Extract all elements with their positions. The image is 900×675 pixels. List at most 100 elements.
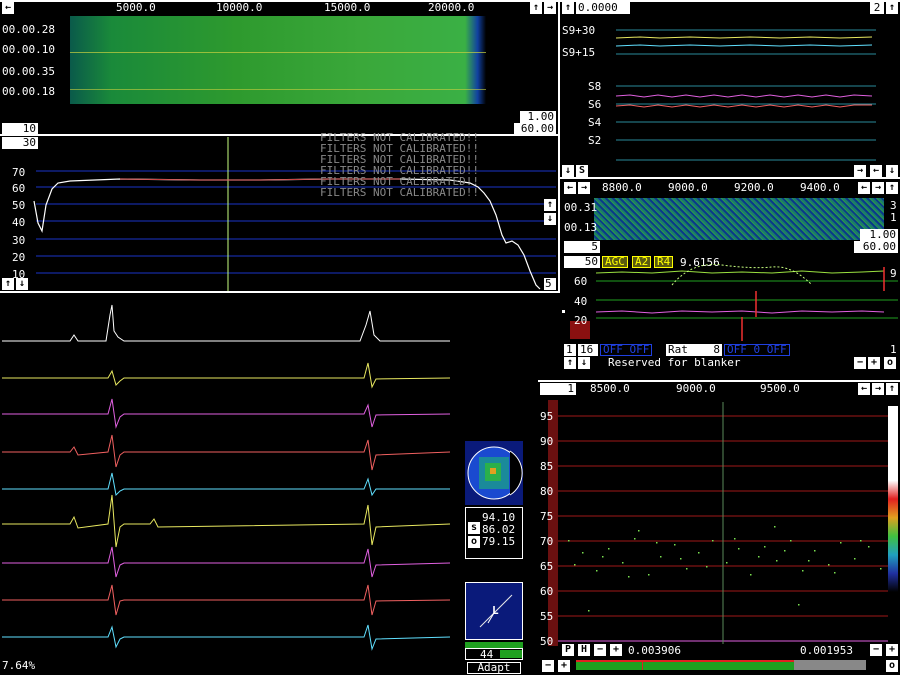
- y-tick: 70: [540, 535, 554, 548]
- meter-value: 44: [480, 648, 494, 661]
- meter-window: L 44 Adapt: [465, 582, 523, 674]
- arrow-right-icon[interactable]: →: [872, 182, 884, 194]
- arrow-down-icon[interactable]: ↓: [886, 165, 898, 177]
- pol-value: 94.10: [482, 511, 516, 524]
- pol-value: 79.15: [482, 535, 516, 548]
- arrow-down-icon[interactable]: ↓: [562, 165, 574, 177]
- time-label: 00.00.18: [2, 85, 55, 98]
- divider: [0, 291, 558, 293]
- time-label: 00.00.10: [2, 43, 55, 56]
- y-tick: 20: [574, 314, 588, 327]
- arrow-down-icon[interactable]: ↓: [544, 213, 556, 225]
- y-tick: 80: [540, 485, 554, 498]
- y-tick: 40: [574, 295, 588, 308]
- spectrum-grid: [558, 402, 888, 644]
- baseline-window: 30 70 60 50 40 30 20 10 FILTERS NOT CALI…: [0, 132, 558, 293]
- time-label: 00.31: [564, 201, 598, 214]
- minus-button[interactable]: −: [870, 644, 882, 656]
- hires-waterfall-image[interactable]: [594, 198, 884, 240]
- o-button[interactable]: o: [884, 357, 896, 369]
- y-tick: 60: [540, 585, 554, 598]
- y-tick: 65: [540, 560, 554, 573]
- y-tick: 40: [12, 216, 26, 229]
- arrow-right-icon[interactable]: →: [854, 165, 866, 177]
- arrow-down-icon[interactable]: ↓: [578, 357, 590, 369]
- blanker-off-left[interactable]: OFF OFF: [600, 344, 653, 356]
- box-16[interactable]: 16: [578, 344, 598, 356]
- meter-plot[interactable]: L: [465, 582, 523, 640]
- meter-level: [500, 650, 522, 658]
- right-1: 1: [890, 343, 897, 356]
- minus-button[interactable]: −: [594, 644, 606, 656]
- side-num: 3: [890, 199, 897, 212]
- freq-tick: 9200.0: [734, 181, 774, 194]
- y-tick: 85: [540, 460, 554, 473]
- s-button[interactable]: S: [576, 165, 588, 177]
- minus-button[interactable]: −: [854, 357, 866, 369]
- y-tick: 60: [12, 182, 26, 195]
- plus-button[interactable]: +: [558, 660, 570, 672]
- arrow-right-icon[interactable]: →: [544, 2, 556, 14]
- color-scale[interactable]: [888, 406, 898, 592]
- rat-value[interactable]: 8: [696, 344, 722, 356]
- meter-letter: L: [492, 604, 499, 617]
- time-label: 00.13: [564, 221, 598, 234]
- arrow-up-icon[interactable]: ↑: [530, 2, 542, 14]
- blanker-off-right[interactable]: OFF 0 OFF: [724, 344, 790, 356]
- hires-graph-window: 50 AGC A2 R4 9.6156 60 40 20 9 1 16 OFF …: [562, 255, 900, 370]
- spectrum-window: 1 8500.0 9000.0 9500.0 ← → ↑ 95 90 85 80…: [538, 380, 900, 675]
- arrow-up-icon[interactable]: ↑: [2, 278, 14, 290]
- timf-traces: [2, 304, 451, 651]
- top-waterfall-window: ← ↑ → 5000.0 10000.0 15000.0 20000.0 00.…: [0, 0, 558, 136]
- s-label: S9+30: [562, 24, 596, 37]
- y-tick: 95: [540, 410, 554, 423]
- arrow-left-icon[interactable]: ←: [870, 165, 882, 177]
- s-button[interactable]: s: [468, 522, 480, 534]
- h-button[interactable]: H: [578, 644, 590, 656]
- hires-waterfall-window: ← → ↑ ← → 8800.0 9000.0 9200.0 9400.0 00…: [562, 180, 900, 254]
- arrow-right-icon[interactable]: →: [578, 182, 590, 194]
- spectrum-dots: [568, 526, 882, 612]
- blanker-message: Reserved for blanker: [608, 356, 741, 369]
- box-1[interactable]: 1: [564, 344, 576, 356]
- s-label: S4: [588, 116, 602, 129]
- waterfall-image[interactable]: [70, 16, 486, 104]
- freq-tick: 9400.0: [800, 181, 840, 194]
- pol-plot[interactable]: [465, 441, 523, 505]
- arrow-left-icon[interactable]: ←: [858, 182, 870, 194]
- progress-red: [576, 660, 794, 662]
- freq-tick: 15000.0: [324, 1, 371, 14]
- speed-box[interactable]: 60.00: [854, 241, 898, 253]
- left-box[interactable]: 5: [564, 241, 600, 253]
- right-box[interactable]: 5: [544, 278, 556, 290]
- arrow-down-icon[interactable]: ↓: [16, 278, 28, 290]
- y-tick: 50: [12, 199, 26, 212]
- filters-message-block: FILTERS NOT CALIBRATED!! FILTERS NOT CAL…: [320, 132, 479, 198]
- plus-button[interactable]: +: [610, 644, 622, 656]
- plus-button[interactable]: +: [868, 357, 880, 369]
- freq-tick: 20000.0: [428, 1, 475, 14]
- p-button[interactable]: P: [562, 644, 574, 656]
- arrow-up-icon[interactable]: ↑: [544, 199, 556, 211]
- arrow-up-icon[interactable]: ↑: [886, 182, 898, 194]
- freq-tick: 10000.0: [216, 1, 263, 14]
- minus-button[interactable]: −: [542, 660, 554, 672]
- s-label: S8: [588, 80, 602, 93]
- y-tick: 90: [540, 435, 554, 448]
- o-button[interactable]: o: [886, 660, 898, 672]
- adapt-button[interactable]: Adapt: [467, 662, 521, 674]
- pol-circle: [467, 446, 523, 500]
- right-value: 0.001953: [800, 644, 853, 657]
- pol-value: 86.02: [482, 523, 516, 536]
- s-label: S6: [588, 98, 602, 111]
- o-button[interactable]: o: [468, 536, 480, 548]
- arrow-up-icon[interactable]: ↑: [564, 357, 576, 369]
- meter-value-box: 44: [465, 648, 523, 660]
- waterfall-line: [70, 89, 486, 90]
- arrow-left-icon[interactable]: ←: [2, 2, 14, 14]
- freq-tick: 8800.0: [602, 181, 642, 194]
- plus-button[interactable]: +: [886, 644, 898, 656]
- pol-values-box: 94.10 86.02 79.15 s o: [465, 507, 523, 559]
- arrow-left-icon[interactable]: ←: [564, 182, 576, 194]
- s-label: S9+15: [562, 46, 596, 59]
